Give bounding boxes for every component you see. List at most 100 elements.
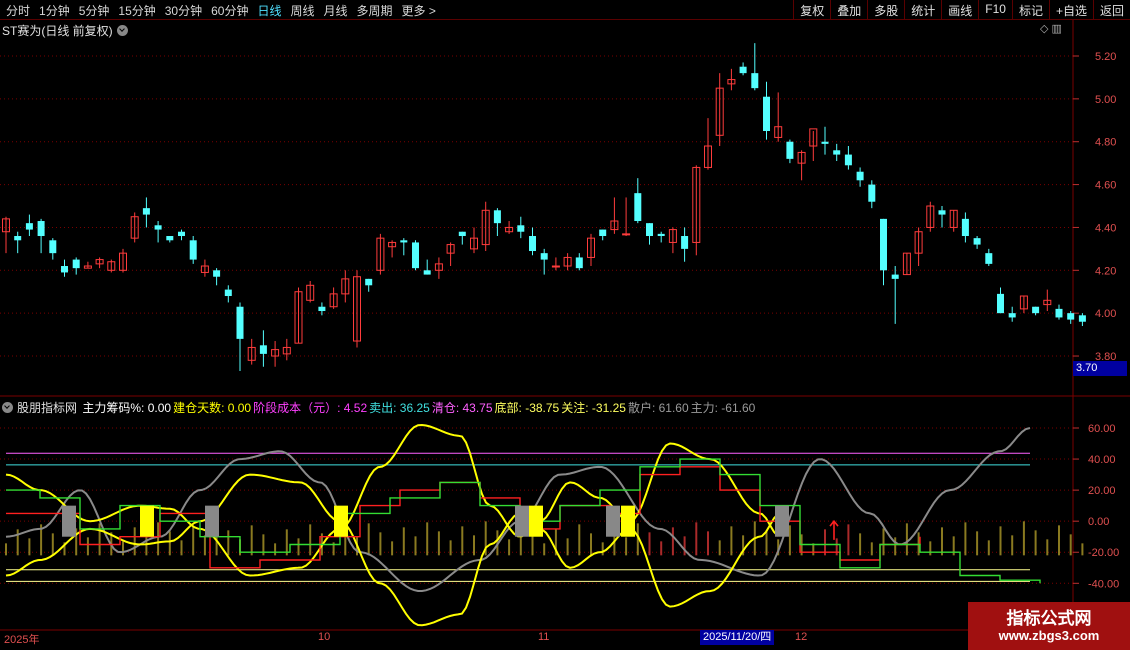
indicator-tick-label: -20.00 — [1088, 547, 1119, 559]
candle-body — [681, 236, 689, 249]
candle-body — [236, 306, 244, 339]
candle-body — [634, 193, 642, 222]
indicator-value: 主力筹码%: 0.00 — [82, 401, 172, 415]
candle-body — [1055, 308, 1063, 318]
signal-block — [775, 505, 789, 537]
candle-body — [868, 184, 876, 202]
date-label: 12 — [795, 631, 808, 643]
price-tick-label: 4.60 — [1095, 180, 1116, 192]
indicator-value: 关注: -31.25 — [561, 401, 626, 415]
signal-block — [334, 505, 348, 537]
price-tick-label: 4.20 — [1095, 265, 1116, 277]
date-label: 10 — [318, 631, 331, 643]
candle-body — [423, 270, 431, 275]
candle-body — [833, 150, 841, 155]
indicator-tick-label: 20.00 — [1088, 485, 1116, 497]
candle-body — [259, 345, 267, 354]
candle-body — [493, 210, 501, 224]
indicator-value: 卖出: 36.25 — [369, 401, 430, 415]
candle-body — [985, 253, 993, 264]
candle-body — [178, 231, 185, 237]
price-tick-label: 5.20 — [1095, 51, 1116, 63]
indicator-name[interactable]: 股朋指标网 — [17, 401, 77, 415]
date-axis: 2025年 10 11 2025/11/20/四 12 — [0, 630, 1130, 650]
candle-body — [166, 236, 174, 241]
signal-block — [140, 505, 154, 537]
candle-body — [213, 270, 221, 277]
watermark-url: www.zbgs3.com — [998, 628, 1100, 643]
candle-body — [739, 66, 747, 74]
candle-body — [365, 278, 373, 286]
candle-body — [154, 225, 162, 230]
candle-body — [856, 171, 864, 181]
price-tick-label: 4.40 — [1095, 222, 1116, 234]
candle-body — [821, 141, 829, 144]
candle-body — [224, 289, 232, 297]
candle-body — [318, 306, 326, 312]
candle-body — [517, 225, 525, 232]
crosshair-date: 2025/11/20/四 — [700, 630, 775, 645]
signal-block — [515, 505, 529, 537]
candle-body — [751, 73, 759, 89]
candle-body — [25, 223, 33, 230]
candle-body — [1032, 306, 1040, 314]
price-tick-label: 4.80 — [1095, 137, 1116, 149]
candle-body — [786, 141, 794, 159]
indicator-value: 阶段成本（元）: 4.52 — [253, 401, 368, 415]
candle-body — [458, 231, 466, 237]
candle-body — [622, 233, 631, 236]
indicator-header: 股朋指标网 主力筹码%: 0.00 建仓天数: 0.00 阶段成本（元）: 4.52… — [2, 399, 757, 416]
chevron-down-icon[interactable] — [2, 402, 13, 413]
indicator-value: 清仓: 43.75 — [431, 401, 493, 415]
up-arrow-icon — [829, 519, 839, 540]
indicator-tick-label: 0.00 — [1088, 516, 1109, 528]
indicator-tick-label: -40.00 — [1088, 578, 1119, 590]
candle-body — [400, 240, 408, 243]
signal-block — [62, 505, 76, 537]
candle-body — [938, 210, 946, 215]
date-label: 2025年 — [4, 634, 40, 646]
candle-body — [72, 259, 80, 269]
indicator-tick-label: 60.00 — [1088, 423, 1116, 435]
candle-body — [412, 242, 419, 269]
candle-body — [844, 154, 852, 166]
candle-body — [14, 236, 22, 241]
indicator-value: 主力: -61.60 — [690, 401, 756, 415]
indicator-value: 散户: 61.60 — [627, 401, 689, 415]
date-label: 11 — [538, 631, 550, 643]
signal-block — [205, 505, 219, 537]
candle-body — [1067, 313, 1075, 320]
candle-body — [540, 253, 548, 260]
candle-body — [880, 218, 887, 271]
candle-body — [189, 240, 197, 260]
candle-body — [973, 238, 981, 245]
candle-body — [599, 229, 607, 237]
candle-body — [763, 96, 770, 132]
candle-body — [997, 293, 1004, 314]
indicator-tick-label: 40.00 — [1088, 454, 1116, 466]
indicator-value: 建仓天数: 0.00 — [173, 401, 252, 415]
indicator-value: 底部: -38.75 — [494, 401, 560, 415]
candle-body — [49, 240, 57, 254]
candle-body — [61, 266, 68, 273]
price-tick-label: 5.00 — [1095, 94, 1116, 106]
candle-body — [142, 208, 150, 215]
watermark-logo: 指标公式网 www.zbgs3.com — [968, 602, 1130, 650]
candle-body — [891, 274, 899, 279]
signal-block — [621, 505, 635, 537]
candle-body — [529, 236, 536, 252]
candle-body — [551, 265, 560, 268]
candle-body — [37, 221, 45, 237]
candle-body — [1078, 315, 1086, 322]
candle-body — [575, 257, 583, 269]
candle-body — [961, 218, 969, 237]
watermark-title: 指标公式网 — [1006, 609, 1092, 628]
candle-body — [646, 223, 653, 237]
candle-body — [657, 233, 665, 237]
signal-block — [606, 505, 620, 537]
kline-chart[interactable]: 5.205.004.804.604.404.204.003.8060.0040.… — [0, 0, 1130, 650]
price-tick-label: 4.00 — [1095, 308, 1116, 320]
candle-body — [1008, 313, 1016, 318]
current-price-tag: 3.70 — [1073, 361, 1127, 376]
signal-block — [529, 505, 543, 537]
